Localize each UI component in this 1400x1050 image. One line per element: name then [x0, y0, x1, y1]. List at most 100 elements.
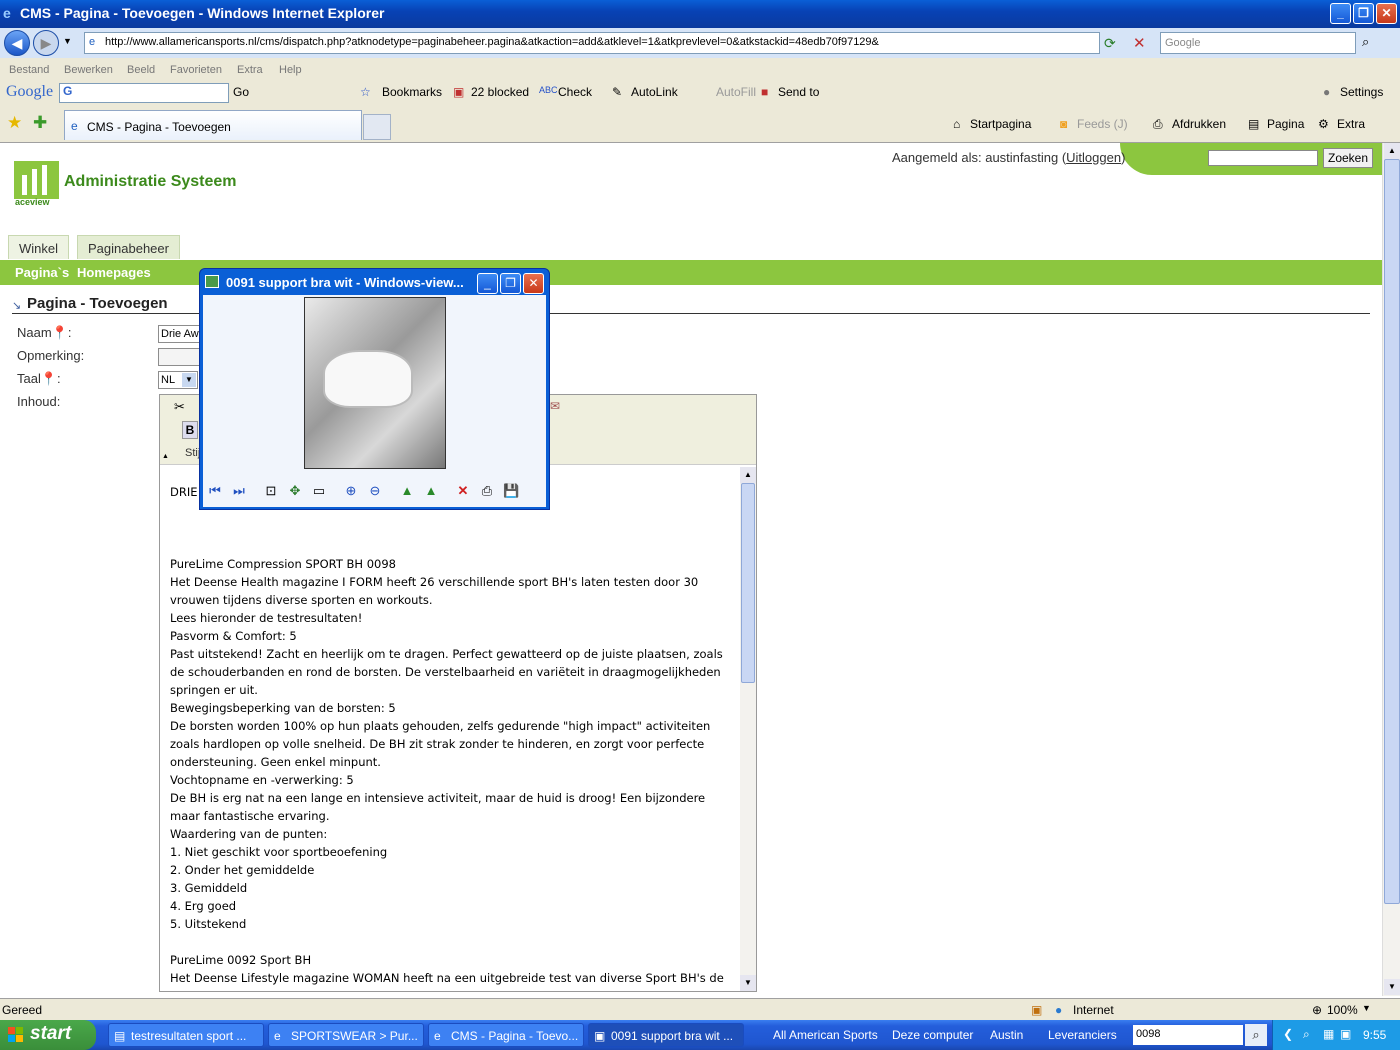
taskbar-search-input[interactable]: 0098: [1133, 1025, 1243, 1045]
tab-paginabeheer[interactable]: Paginabeheer: [77, 235, 180, 259]
toolbar-link-all-american-sports[interactable]: All American Sports: [773, 1028, 878, 1042]
feeds-button[interactable]: Feeds (J): [1077, 117, 1128, 131]
rotate-clockwise-icon[interactable]: ▲: [399, 483, 415, 499]
scroll-down-icon[interactable]: ▼: [740, 975, 756, 991]
favorites-star-icon[interactable]: ★: [7, 113, 22, 133]
actual-size-icon[interactable]: ✥: [287, 483, 303, 499]
page-scroll-down-icon[interactable]: ▼: [1384, 979, 1400, 995]
menu-item-help[interactable]: Help: [279, 64, 302, 76]
zoom-in-icon[interactable]: ⊕: [343, 483, 359, 499]
zoom-out-icon[interactable]: ⊖: [367, 483, 383, 499]
cut-icon[interactable]: ✂: [174, 399, 188, 415]
popup-minimize-button[interactable]: _: [477, 273, 498, 294]
stop-icon[interactable]: ✕: [1133, 34, 1146, 52]
save-image-icon[interactable]: 💾: [503, 483, 519, 499]
image-viewer-window[interactable]: 0091 support bra wit - Windows-view... _…: [199, 268, 550, 510]
print-image-icon[interactable]: ⎙: [479, 483, 495, 499]
style-dropdown[interactable]: Stij: [185, 447, 200, 459]
google-logo: Google: [6, 83, 54, 100]
editor-content[interactable]: DRIE PureLime Compression SPORT BH 0098 …: [170, 483, 740, 987]
address-bar[interactable]: e http://www.allamericansports.nl/cms/di…: [84, 32, 1100, 54]
bookmarks-button[interactable]: Bookmarks: [382, 85, 442, 99]
blocked-count[interactable]: 22 blocked: [471, 85, 529, 99]
taskbar-search-icon[interactable]: ⌕: [1245, 1024, 1267, 1046]
google-search-input[interactable]: G: [59, 83, 229, 103]
tab-cms-pagina[interactable]: e CMS - Pagina - Toevoegen: [64, 110, 362, 140]
page-scrollbar[interactable]: ▲ ▼: [1382, 143, 1400, 996]
next-image-icon[interactable]: ⏭: [231, 483, 247, 499]
collapse-icon[interactable]: ▲: [162, 453, 169, 460]
tray-search-icon[interactable]: ⌕: [1303, 1027, 1310, 1042]
back-button[interactable]: ◀: [4, 30, 30, 56]
tray-app-icon[interactable]: ▣: [1340, 1027, 1351, 1041]
aceview-logo: [14, 161, 59, 199]
zoom-dropdown-icon[interactable]: ▼: [1362, 1003, 1371, 1013]
subnav-homepages[interactable]: Homepages: [77, 265, 151, 280]
task-sportswear[interactable]: e SPORTSWEAR > Pur...: [268, 1023, 424, 1047]
subnav-paginas[interactable]: Pagina`s: [15, 265, 69, 280]
zone-text: Internet: [1073, 1003, 1114, 1017]
startpagina-button[interactable]: Startpagina: [970, 117, 1031, 131]
pagina-menu-button[interactable]: Pagina: [1267, 117, 1304, 131]
tray-network-icon[interactable]: ▦: [1323, 1027, 1334, 1041]
spellcheck-icon: ABC: [539, 85, 558, 95]
popup-close-button[interactable]: ✕: [523, 273, 544, 294]
toolbar-link-deze-computer[interactable]: Deze computer: [892, 1028, 973, 1042]
cms-search-input[interactable]: [1208, 150, 1318, 166]
add-favorite-icon[interactable]: ✚: [33, 113, 47, 133]
zoom-level[interactable]: 100%: [1327, 1003, 1358, 1017]
minimize-button[interactable]: _: [1330, 3, 1351, 24]
go-button[interactable]: Go: [233, 85, 249, 99]
menu-item-beeld[interactable]: Beeld: [127, 64, 155, 76]
autofill-button[interactable]: AutoFill: [716, 85, 756, 99]
logout-link[interactable]: Uitloggen: [1066, 150, 1121, 165]
image-icon: ▣: [594, 1029, 606, 1043]
settings-button[interactable]: Settings: [1340, 85, 1383, 99]
refresh-icon[interactable]: ⟳: [1104, 35, 1116, 52]
task-cms[interactable]: e CMS - Pagina - Toevo...: [428, 1023, 584, 1047]
page-scroll-thumb[interactable]: [1384, 159, 1400, 904]
autolink-button[interactable]: AutoLink: [631, 85, 678, 99]
afdrukken-button[interactable]: Afdrukken: [1172, 117, 1226, 131]
scroll-up-icon[interactable]: ▲: [740, 467, 756, 483]
opmerking-label: Opmerking:: [17, 348, 85, 363]
best-fit-icon[interactable]: ⊡: [263, 483, 279, 499]
sendto-button[interactable]: Send to: [778, 85, 819, 99]
taal-select[interactable]: NL ▼: [158, 371, 198, 389]
tab-winkel[interactable]: Winkel: [8, 235, 70, 259]
toolbar-link-leveranciers[interactable]: Leveranciers: [1048, 1028, 1117, 1042]
menu-item-favorieten[interactable]: Favorieten: [170, 64, 222, 76]
editor-scrollbar[interactable]: ▲ ▼: [740, 467, 756, 991]
maximize-button[interactable]: ❐: [1353, 3, 1374, 24]
page-scroll-up-icon[interactable]: ▲: [1384, 143, 1400, 159]
task-testresultaten[interactable]: ▤ testresultaten sport ...: [108, 1023, 264, 1047]
slideshow-icon[interactable]: ▭: [311, 483, 327, 499]
delete-icon[interactable]: ✕: [455, 483, 471, 499]
extra-menu-button[interactable]: Extra: [1337, 117, 1365, 131]
rotate-counterclockwise-icon[interactable]: ▲: [423, 483, 439, 499]
zoeken-button[interactable]: Zoeken: [1323, 148, 1373, 168]
protected-mode-icon: ▣: [1031, 1003, 1043, 1017]
forward-button[interactable]: ▶: [33, 30, 59, 56]
toolbar-link-austin[interactable]: Austin: [990, 1028, 1023, 1042]
close-button[interactable]: ✕: [1376, 3, 1397, 24]
history-dropdown-icon[interactable]: ▼: [63, 36, 72, 46]
tray-arrow-icon[interactable]: ❮: [1283, 1027, 1293, 1041]
scroll-thumb[interactable]: [741, 483, 755, 683]
start-button[interactable]: start: [0, 1020, 96, 1050]
search-input[interactable]: Google: [1160, 32, 1356, 54]
bold-button[interactable]: B: [182, 421, 198, 439]
new-tab-button[interactable]: [363, 114, 391, 140]
search-icon[interactable]: ⌕: [1362, 34, 1369, 50]
settings-icon: ●: [1323, 85, 1331, 99]
previous-image-icon[interactable]: ⏮: [207, 483, 223, 499]
menu-item-bewerken[interactable]: Bewerken: [64, 64, 113, 76]
plugin-icon[interactable]: ✉: [550, 399, 560, 413]
menu-item-extra[interactable]: Extra: [237, 64, 263, 76]
menu-bar: Bestand Bewerken Beeld Favorieten Extra …: [0, 58, 1400, 80]
task-image-viewer[interactable]: ▣ 0091 support bra wit ...: [588, 1023, 744, 1047]
gear-icon: ⚙: [1318, 117, 1329, 131]
check-button[interactable]: Check: [558, 85, 592, 99]
popup-maximize-button[interactable]: ❐: [500, 273, 521, 294]
menu-item-bestand[interactable]: Bestand: [9, 64, 49, 76]
